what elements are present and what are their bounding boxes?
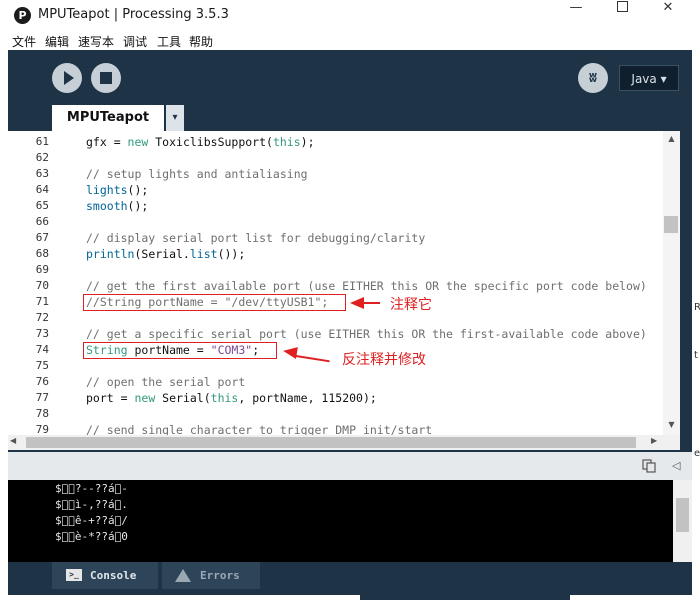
menu-file[interactable]: 文件 xyxy=(12,33,36,50)
code-line: gfx = new ToxiclibsSupport(this); xyxy=(86,135,315,149)
errors-tab-label: Errors xyxy=(200,569,240,582)
menu-bar: 文件 编辑 速写本 调试 工具 帮助 xyxy=(0,32,700,50)
console-line: $  ?--??á - xyxy=(55,482,128,495)
annotation-arrow xyxy=(362,302,380,304)
debugger-button[interactable]: ʬ xyxy=(578,63,608,93)
maximize-icon xyxy=(616,0,628,12)
code-line: port = new Serial(this, portName, 115200… xyxy=(86,391,377,405)
code-comment: // get the first available port (use EIT… xyxy=(86,279,647,293)
console-line: $  ê-+??á / xyxy=(55,514,128,527)
line-number: 65 xyxy=(35,199,49,212)
annotation-arrow-head xyxy=(282,344,298,360)
tab-mputeapot[interactable]: MPUTeapot xyxy=(52,105,164,131)
play-icon xyxy=(64,71,74,85)
highlight-box-line-74 xyxy=(83,342,277,359)
line-number: 72 xyxy=(35,311,49,324)
bg-window-fragment: R xyxy=(694,302,700,313)
code-comment: // open the serial port xyxy=(86,375,246,389)
bg-window-fragment: t xyxy=(694,350,698,361)
line-number: 69 xyxy=(35,263,49,276)
menu-sketch[interactable]: 速写本 xyxy=(78,33,114,50)
line-number: 67 xyxy=(35,231,49,244)
annotation-arrow-head xyxy=(350,297,364,309)
code-comment: // display serial port list for debuggin… xyxy=(86,231,426,245)
console-line: $  è-*??á 0 xyxy=(55,530,128,543)
menu-help[interactable]: 帮助 xyxy=(189,33,213,50)
scroll-left-arrow-icon[interactable]: ◀ xyxy=(10,436,16,445)
code-line: lights(); xyxy=(86,183,149,197)
line-number: 63 xyxy=(35,167,49,180)
menu-tools[interactable]: 工具 xyxy=(157,33,181,50)
tab-menu-button[interactable]: ▾ xyxy=(166,105,184,131)
errors-tab[interactable]: Errors xyxy=(162,562,260,589)
annotation-comment-it: 注释它 xyxy=(390,297,432,313)
mode-selector[interactable]: Java ▾ xyxy=(619,65,679,91)
window-title: MPUTeapot | Processing 3.5.3 xyxy=(38,7,229,22)
message-area xyxy=(8,452,692,480)
bg-window-bottom-bar xyxy=(360,595,570,600)
line-number: 70 xyxy=(35,279,49,292)
console-icon: >_ xyxy=(66,569,82,581)
processing-app-icon: P xyxy=(14,7,31,24)
menu-edit[interactable]: 编辑 xyxy=(45,33,69,50)
console-tab[interactable]: >_ Console xyxy=(52,562,158,589)
scrollbar-corner xyxy=(663,435,680,450)
line-number: 61 xyxy=(35,135,49,148)
scroll-up-arrow-icon[interactable]: ▲ xyxy=(663,134,680,146)
stop-icon xyxy=(100,72,112,84)
highlight-box-line-71 xyxy=(83,294,346,311)
scroll-right-arrow-icon[interactable]: ▶ xyxy=(651,436,657,445)
code-comment: // get a specific serial port (use EITHE… xyxy=(86,327,647,341)
line-number: 62 xyxy=(35,151,49,164)
line-number: 75 xyxy=(35,359,49,372)
warning-icon xyxy=(175,569,191,582)
console-line: $  ì-,??á . xyxy=(55,498,128,511)
line-number: 64 xyxy=(35,183,49,196)
line-number: 68 xyxy=(35,247,49,260)
line-number: 78 xyxy=(35,407,49,420)
line-number: 77 xyxy=(35,391,49,404)
code-line: println(Serial.list()); xyxy=(86,247,246,261)
annotation-uncomment-modify: 反注释并修改 xyxy=(342,352,426,368)
copy-icon[interactable] xyxy=(642,459,656,473)
console-scroll-thumb[interactable] xyxy=(676,498,689,532)
editor-hscroll-thumb[interactable] xyxy=(26,437,636,448)
maximize-button[interactable] xyxy=(599,0,645,31)
code-line: smooth(); xyxy=(86,199,149,213)
line-number: 71 xyxy=(35,295,49,308)
collapse-console-icon[interactable]: ◁ xyxy=(672,459,680,472)
editor-scroll-thumb[interactable] xyxy=(664,216,678,233)
close-button[interactable]: ✕ xyxy=(645,0,691,31)
line-number: 76 xyxy=(35,375,49,388)
code-comment: // setup lights and antialiasing xyxy=(86,167,308,181)
line-number: 66 xyxy=(35,215,49,228)
line-number: 74 xyxy=(35,343,49,356)
scroll-down-arrow-icon[interactable]: ▼ xyxy=(663,420,680,432)
line-number: 73 xyxy=(35,327,49,340)
console-tab-label: Console xyxy=(90,569,137,582)
minimize-button[interactable]: — xyxy=(553,0,599,31)
menu-debug[interactable]: 调试 xyxy=(123,33,147,50)
bg-window-fragment: e xyxy=(694,448,700,459)
editor-vertical-scrollbar[interactable] xyxy=(663,131,680,435)
